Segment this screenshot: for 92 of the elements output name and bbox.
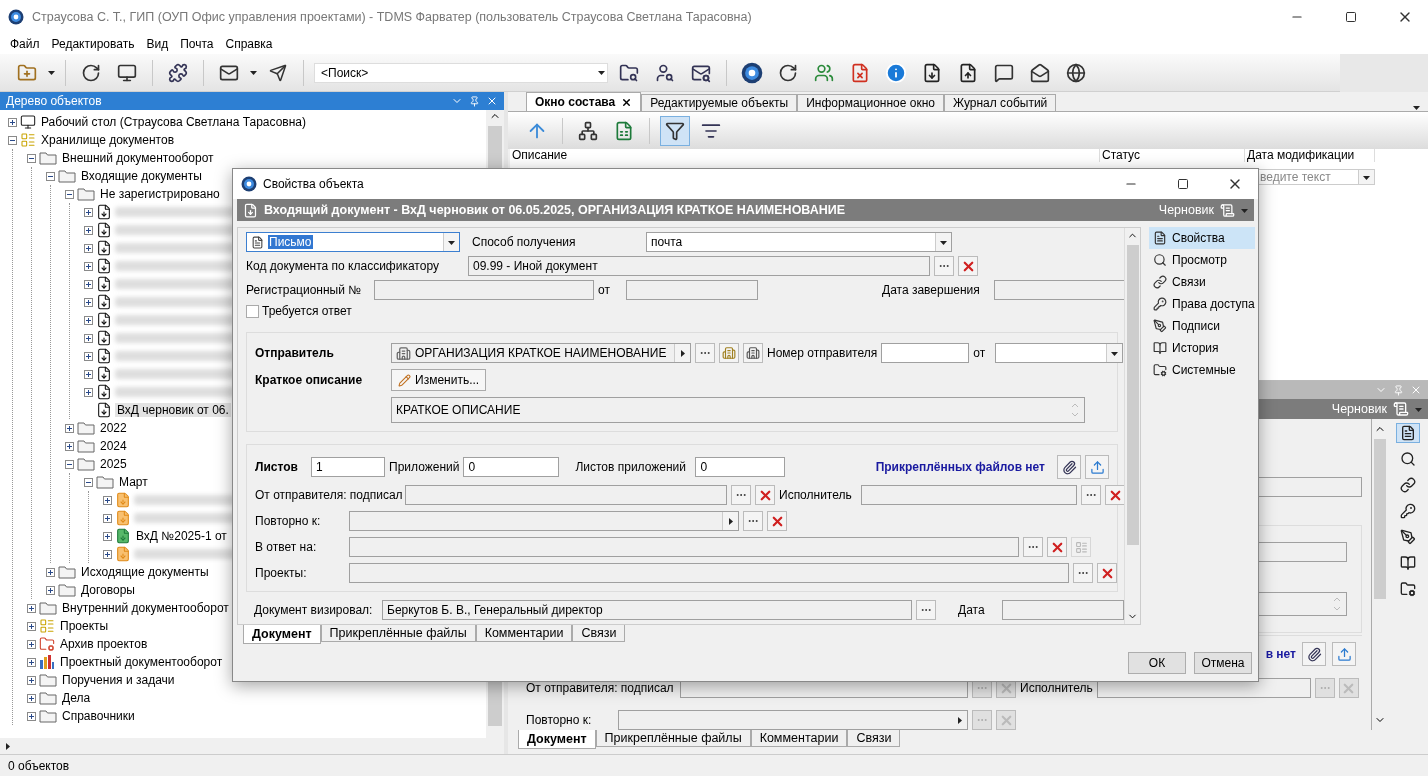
menu-item[interactable]: Редактировать xyxy=(45,37,141,51)
tree-item[interactable]: Дела xyxy=(60,691,93,705)
menu-item[interactable]: Вид xyxy=(140,37,175,51)
field-label: Листов xyxy=(255,460,299,474)
field-label: В ответ на: xyxy=(255,540,318,554)
nav-item[interactable]: История xyxy=(1149,337,1255,359)
tree-item[interactable]: Хранилище документов xyxy=(39,133,177,147)
field-label: Документ визировал: xyxy=(254,603,374,617)
tab[interactable]: Прикреплённые файлы xyxy=(320,625,476,642)
tree-item[interactable]: ВхД №2025-1 от xyxy=(134,529,229,543)
tab[interactable]: Документ xyxy=(518,730,596,749)
document-type-dropdown[interactable]: Письмо xyxy=(246,232,460,252)
tab[interactable]: Прикреплённые файлы xyxy=(595,730,751,747)
tab[interactable]: Журнал событий xyxy=(943,94,1057,111)
nav-item[interactable]: Системные xyxy=(1149,359,1255,381)
tree-item[interactable]: 2025 xyxy=(98,457,129,471)
field-label: От отправителя: подписал xyxy=(526,681,675,695)
tree-item[interactable]: Договоры xyxy=(79,583,137,597)
nav-item[interactable]: Подписи xyxy=(1149,315,1255,337)
panel-title: Дерево объектов xyxy=(6,94,102,108)
ok-button[interactable]: ОК xyxy=(1128,652,1186,674)
cancel-button[interactable]: Отмена xyxy=(1194,652,1252,674)
field-label: Исполнитель xyxy=(1020,681,1093,695)
column-header[interactable]: Описание xyxy=(510,149,1100,163)
field-label: Листов приложений xyxy=(575,460,688,474)
field-label: Повторно к: xyxy=(255,514,322,528)
object-title: Входящий документ - ВхД черновик от 06.05.2025, ОРГАНИЗАЦИЯ КРАТКОЕ НАИМЕНОВАНИЕ xyxy=(264,203,847,217)
status-text: Черновик xyxy=(1158,203,1214,217)
field-label: Приложений xyxy=(389,460,460,474)
tree-item[interactable]: Март xyxy=(117,475,150,489)
tree-item[interactable]: Рабочий стол (Страусова Светлана Тарасовна) xyxy=(39,115,308,129)
checkbox-label: Требуется ответ xyxy=(262,304,352,318)
field-label: Отправитель xyxy=(255,346,335,360)
files-note: Прикреплённых файлов нет xyxy=(875,460,1045,474)
field-label: Способ получения xyxy=(472,235,577,249)
tree-item[interactable]: Справочники xyxy=(60,709,137,723)
input-field[interactable]: 0 xyxy=(463,457,560,477)
tree-item[interactable]: Архив проектов xyxy=(58,637,150,651)
field-label: Номер отправителя xyxy=(767,346,878,360)
tab[interactable]: Документ xyxy=(243,625,321,644)
tab[interactable]: Комментарии xyxy=(750,730,848,747)
tab[interactable]: Связи xyxy=(847,730,901,747)
field-label: Краткое описание xyxy=(255,373,364,387)
edit-button[interactable]: Изменить... xyxy=(391,369,487,391)
field-label: от xyxy=(973,346,987,360)
field-label: От отправителя: подписал xyxy=(255,488,401,502)
tree-item[interactable]: Проекты xyxy=(58,619,111,633)
tree-item[interactable]: Исходящие документы xyxy=(79,565,211,579)
field-label: Проекты: xyxy=(255,566,308,580)
tree-item[interactable]: Внешний документооборот xyxy=(60,151,216,165)
tab[interactable]: Информационное окно xyxy=(797,94,944,111)
dialog-title: Свойства объекта xyxy=(263,177,365,191)
menu-item[interactable]: Почта xyxy=(174,37,220,51)
tree-item[interactable]: 2024 xyxy=(98,439,129,453)
tab[interactable]: Редактируемые объекты xyxy=(641,94,798,111)
nav-item[interactable]: Просмотр xyxy=(1149,249,1255,271)
input-field[interactable]: 0 xyxy=(695,457,786,477)
field-label: Дата завершения xyxy=(882,283,981,297)
field-label: Код документа по классификатору xyxy=(246,259,440,273)
tree-item[interactable]: Входящие документы xyxy=(79,169,204,183)
sender-field[interactable]: ОРГАНИЗАЦИЯ КРАТКОЕ НАИМЕНОВАНИЕ xyxy=(391,343,691,363)
field-label: Дата xyxy=(958,603,986,617)
tab[interactable]: Комментарии xyxy=(475,625,573,642)
field-label: от xyxy=(598,283,611,297)
field-label: Регистрационный № xyxy=(246,283,363,297)
search-field[interactable]: <Поиск> xyxy=(314,62,608,83)
status-text: Черновик xyxy=(1331,402,1387,416)
tab[interactable]: Окно состава xyxy=(526,92,642,111)
text-area[interactable]: КРАТКОЕ ОПИСАНИЕ xyxy=(391,397,1085,423)
dropdown[interactable]: почта xyxy=(646,232,952,252)
column-header[interactable]: Статус xyxy=(1100,149,1245,163)
column-header[interactable]: Дата модификации xyxy=(1245,149,1375,163)
tree-item[interactable]: 2022 xyxy=(98,421,129,435)
input-field[interactable]: 09.99 - Иной документ xyxy=(468,256,930,276)
window-title: Страусова С. Т., ГИП (ОУП Офис управления проектами) - TDMS Фарватер (пользователь Страусова Светлана Тарасовна) xyxy=(32,10,753,24)
input-field[interactable]: 1 xyxy=(311,457,385,477)
tree-item[interactable]: Внутренний документооборот xyxy=(60,601,231,615)
nav-item[interactable]: Свойства xyxy=(1149,227,1255,249)
tree-item[interactable]: Не зарегистрировано xyxy=(98,187,222,201)
field-label: Повторно к: xyxy=(526,713,593,727)
nav-item[interactable]: Права доступа xyxy=(1149,293,1255,315)
nav-item[interactable]: Связи xyxy=(1149,271,1255,293)
tab[interactable]: Связи xyxy=(572,625,626,642)
menu-item[interactable]: Справка xyxy=(219,37,279,51)
tree-item[interactable]: ВхД черновик от 06. xyxy=(115,403,231,417)
menu-item[interactable]: Файл xyxy=(4,37,46,51)
status-text: 0 объектов xyxy=(8,758,70,773)
files-note: в нет xyxy=(1265,647,1296,661)
input-field[interactable]: Беркутов Б. В., Генеральный директор xyxy=(382,600,912,620)
tree-item[interactable]: Проектный документооборот xyxy=(58,655,225,669)
tree-item[interactable]: Поручения и задачи xyxy=(60,673,177,687)
field-label: Исполнитель xyxy=(779,488,853,502)
